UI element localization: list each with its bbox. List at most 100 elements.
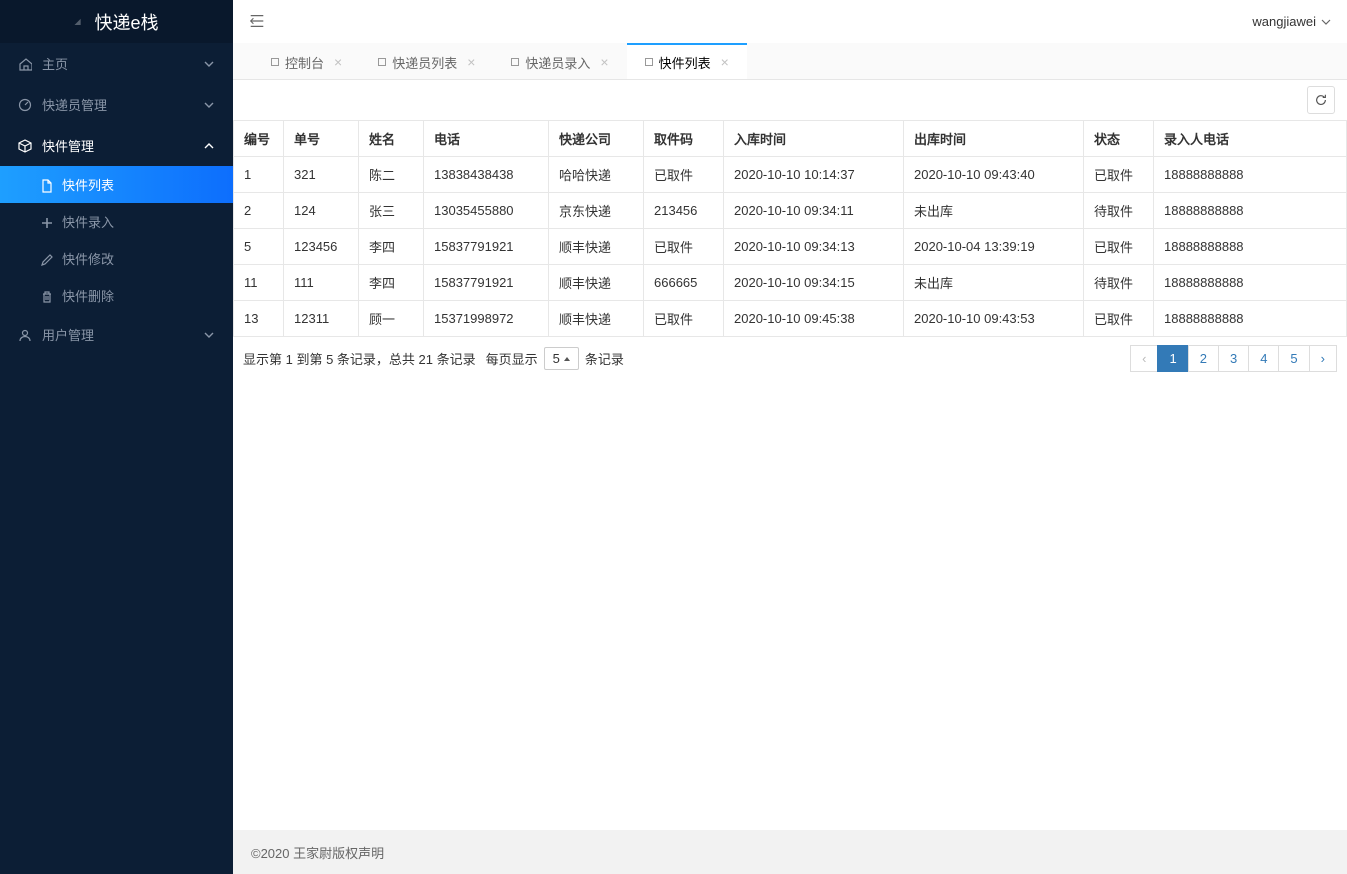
tab-close-button[interactable]: ×: [600, 54, 608, 70]
content: 编号单号姓名电话快递公司取件码入库时间出库时间状态录入人电话 1321陈二138…: [233, 80, 1347, 830]
nav-sub-item-2-2[interactable]: 快件修改: [0, 240, 233, 277]
topbar: wangjiawei: [233, 0, 1347, 43]
table-cell: 13: [234, 301, 284, 337]
table-cell: 已取件: [1084, 301, 1154, 337]
tab-close-button[interactable]: ×: [467, 54, 475, 70]
table-cell: 15837791921: [424, 229, 549, 265]
table-cell: 京东快递: [549, 193, 644, 229]
table-header-cell[interactable]: 出库时间: [904, 121, 1084, 157]
refresh-button[interactable]: [1307, 86, 1335, 114]
chevron-down-icon: [203, 329, 215, 341]
tab-close-button[interactable]: ×: [334, 54, 342, 70]
nav-item-3[interactable]: 用户管理: [0, 314, 233, 355]
tab-icon: [378, 58, 386, 66]
table-cell: 12311: [284, 301, 359, 337]
nav-item-0[interactable]: 主页: [0, 43, 233, 84]
caret-up-icon: [564, 357, 570, 361]
table-cell: 2020-10-10 09:43:53: [904, 301, 1084, 337]
table-cell: 123456: [284, 229, 359, 265]
pager-next[interactable]: ›: [1309, 345, 1337, 372]
table-header-cell[interactable]: 快递公司: [549, 121, 644, 157]
tab-label: 快递员列表: [392, 53, 457, 72]
nav: 主页快递员管理快件管理快件列表快件录入快件修改快件删除用户管理: [0, 43, 233, 874]
nav-item-label: 快递员管理: [42, 95, 203, 114]
pager-page-2[interactable]: 2: [1188, 345, 1219, 372]
user-menu[interactable]: wangjiawei: [1252, 14, 1332, 29]
table-cell: 2020-10-10 09:34:13: [724, 229, 904, 265]
pager-page-4[interactable]: 4: [1248, 345, 1279, 372]
nav-sub-item-2-0[interactable]: 快件列表: [0, 166, 233, 203]
brand-logo: ◢: [74, 17, 84, 27]
table-header-cell[interactable]: 录入人电话: [1154, 121, 1347, 157]
pager-page-3[interactable]: 3: [1218, 345, 1249, 372]
home-icon: [18, 57, 32, 71]
table-cell: 2020-10-10 10:14:37: [724, 157, 904, 193]
chevron-down-icon: [203, 99, 215, 111]
table-cell: 124: [284, 193, 359, 229]
table-header-cell[interactable]: 编号: [234, 121, 284, 157]
table-row[interactable]: 2124张三13035455880京东快递2134562020-10-10 09…: [234, 193, 1347, 229]
table-body: 1321陈二13838438438哈哈快递已取件2020-10-10 10:14…: [234, 157, 1347, 337]
table-cell: 陈二: [359, 157, 424, 193]
table-cell: 未出库: [904, 265, 1084, 301]
nav-sub-item-2-3[interactable]: 快件删除: [0, 277, 233, 314]
table-cell: 5: [234, 229, 284, 265]
table-cell: 李四: [359, 229, 424, 265]
tab-close-button[interactable]: ×: [721, 54, 729, 70]
table-header-cell[interactable]: 电话: [424, 121, 549, 157]
tab-label: 快递员录入: [525, 53, 590, 72]
table-cell: 13838438438: [424, 157, 549, 193]
table-cell: 李四: [359, 265, 424, 301]
pencil-icon: [40, 253, 54, 267]
table-cell: 顺丰快递: [549, 229, 644, 265]
table-cell: 18888888888: [1154, 157, 1347, 193]
nav-sub-item-2-1[interactable]: 快件录入: [0, 203, 233, 240]
table-cell: 18888888888: [1154, 229, 1347, 265]
nav-item-1[interactable]: 快递员管理: [0, 84, 233, 125]
tabs: 控制台× 快递员列表 × 快递员录入 × 快件列表 ×: [233, 43, 1347, 80]
pager-page-1[interactable]: 1: [1157, 345, 1188, 372]
table-cell: 18888888888: [1154, 265, 1347, 301]
table-header-cell[interactable]: 取件码: [644, 121, 724, 157]
tab-0[interactable]: 控制台×: [253, 43, 360, 79]
copyright: ©2020 王家尉版权声明: [251, 843, 384, 862]
pager-page-5[interactable]: 5: [1278, 345, 1309, 372]
table-cell: 2020-10-10 09:34:15: [724, 265, 904, 301]
table-header-row: 编号单号姓名电话快递公司取件码入库时间出库时间状态录入人电话: [234, 121, 1347, 157]
tab-label: 快件列表: [659, 53, 711, 72]
table-cell: 666665: [644, 265, 724, 301]
pager-prev: ‹: [1130, 345, 1158, 372]
table-cell: 11: [234, 265, 284, 301]
table-cell: 顺丰快递: [549, 301, 644, 337]
table-footer: 显示第 1 到第 5 条记录，总共 21 条记录 每页显示 5 条记录 ‹123…: [233, 337, 1347, 380]
table-row[interactable]: 11111李四15837791921顺丰快递6666652020-10-10 0…: [234, 265, 1347, 301]
dashboard-icon: [18, 98, 32, 112]
table-header-cell[interactable]: 状态: [1084, 121, 1154, 157]
table-header-cell[interactable]: 入库时间: [724, 121, 904, 157]
tab-1[interactable]: 快递员列表 ×: [360, 43, 493, 79]
table-row[interactable]: 5123456李四15837791921顺丰快递 已取件 2020-10-10 09…: [234, 229, 1347, 265]
tab-2[interactable]: 快递员录入 ×: [493, 43, 626, 79]
tab-icon: [271, 58, 279, 66]
table-row[interactable]: 1312311顾一15371998972顺丰快递已取件2020-10-10 09…: [234, 301, 1347, 337]
refresh-icon: [1314, 93, 1328, 107]
tab-3[interactable]: 快件列表 ×: [627, 43, 747, 79]
chevron-up-icon: [203, 140, 215, 152]
nav-item-2[interactable]: 快件管理: [0, 125, 233, 166]
table-cell: 哈哈快递: [549, 157, 644, 193]
table-header-cell[interactable]: 姓名: [359, 121, 424, 157]
file-icon: [40, 179, 54, 193]
table-cell: 18888888888: [1154, 301, 1347, 337]
table-cell: 顺丰快递: [549, 265, 644, 301]
user-icon: [18, 328, 32, 342]
table-row[interactable]: 1321陈二13838438438哈哈快递已取件2020-10-10 10:14…: [234, 157, 1347, 193]
data-table: 编号单号姓名电话快递公司取件码入库时间出库时间状态录入人电话 1321陈二138…: [233, 120, 1347, 337]
table-cell: 已取件: [1084, 229, 1154, 265]
table-header-cell[interactable]: 单号: [284, 121, 359, 157]
table-cell: 待取件: [1084, 265, 1154, 301]
page-size-select[interactable]: 5: [544, 347, 579, 370]
tab-icon: [511, 58, 519, 66]
brand-title: 快递e栈: [94, 9, 158, 35]
sidebar-toggle-button[interactable]: [248, 12, 268, 32]
page-size-value: 5: [553, 351, 560, 366]
